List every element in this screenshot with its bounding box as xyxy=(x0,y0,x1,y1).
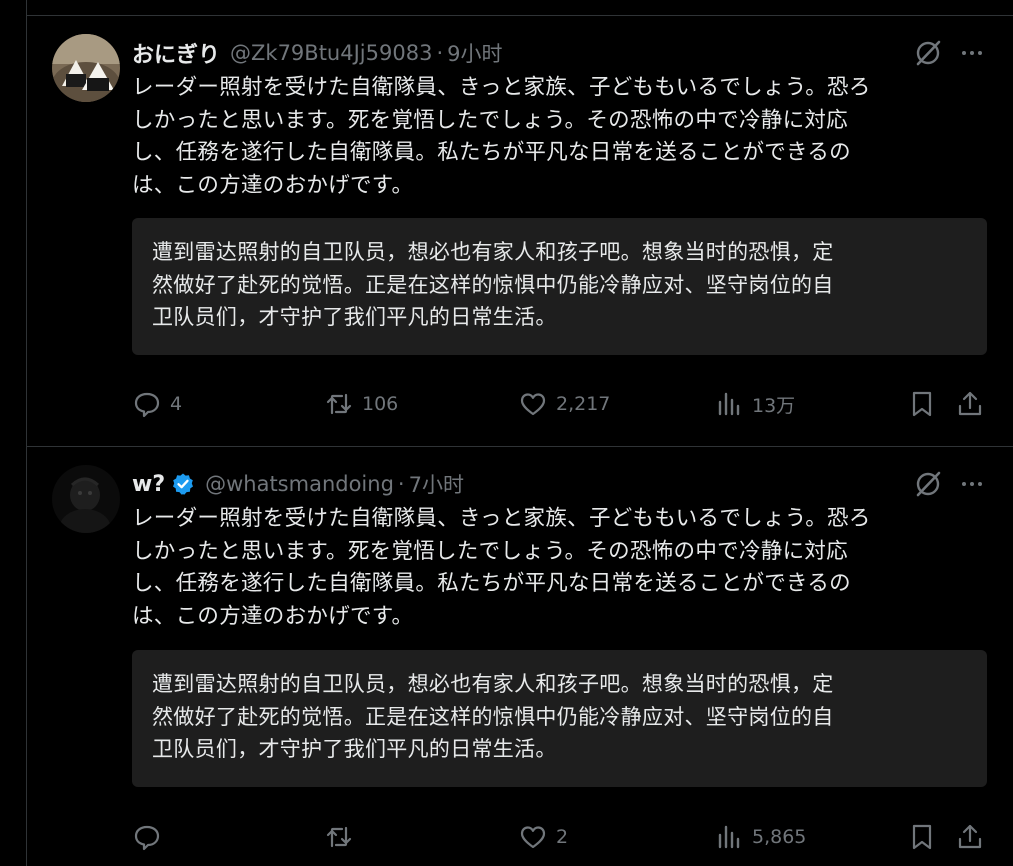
like-icon xyxy=(520,393,546,416)
tweet-text-line: しかったと思います。死を覚悟したでしょう。その恐怖の中で冷静に対応 xyxy=(132,107,848,133)
display-name[interactable]: w? xyxy=(132,472,165,497)
translation-line: 卫队员们，才守护了我们平凡的日常生活。 xyxy=(152,305,557,329)
avatar[interactable] xyxy=(52,465,120,533)
translation-line: 遭到雷达照射的自卫队员，想必也有家人和孩子吧。想象当时的恐惧，定 xyxy=(152,240,834,264)
more-icon[interactable] xyxy=(957,38,987,68)
share-button[interactable] xyxy=(955,388,985,420)
tweet-text: レーダー照射を受けた自衛隊員、きっと家族、子どももいるでしょう。恐ろ しかったと… xyxy=(132,72,982,202)
tweet-header: おにぎり @Zk79Btu4Jj59083 · 9小时 xyxy=(132,36,503,70)
separator: · xyxy=(397,472,405,496)
dark-figure-avatar xyxy=(52,465,120,533)
user-handle[interactable]: @whatsmandoing xyxy=(205,472,394,496)
grok-icon[interactable] xyxy=(913,469,943,499)
tweet-text-line: レーダー照射を受けた自衛隊員、きっと家族、子どももいるでしょう。恐ろ xyxy=(132,75,871,100)
tweet[interactable]: おにぎり @Zk79Btu4Jj59083 · 9小时 レーダー照射を受けた自衛… xyxy=(27,16,1013,447)
avatar[interactable] xyxy=(52,34,120,102)
tweet-text: レーダー照射を受けた自衛隊員、きっと家族、子どももいるでしょう。恐ろ しかったと… xyxy=(132,503,982,633)
display-name[interactable]: おにぎり xyxy=(132,37,220,69)
view-count: 5,865 xyxy=(752,826,807,848)
share-icon xyxy=(958,391,982,416)
translation-box: 遭到雷达照射的自卫队员，想必也有家人和孩子吧。想象当时的恐惧，定 然做好了赴死的… xyxy=(132,650,987,787)
like-icon xyxy=(520,826,546,849)
onigiri-avatar xyxy=(52,34,120,102)
retweet-count: 106 xyxy=(362,393,399,415)
action-bar: 4 106 2,217 13万 xyxy=(132,388,987,420)
views-icon xyxy=(718,825,740,849)
reply-count: 4 xyxy=(170,393,183,415)
reply-button[interactable] xyxy=(132,821,170,853)
bookmark-button[interactable] xyxy=(907,388,937,420)
more-icon[interactable] xyxy=(957,469,987,499)
translation-box: 遭到雷达照射的自卫队员，想必也有家人和孩子吧。想象当时的恐惧，定 然做好了赴死的… xyxy=(132,218,987,355)
verified-badge-icon xyxy=(171,472,195,496)
tweet-text-line: しかったと思います。死を覚悟したでしょう。その恐怖の中で冷静に対応 xyxy=(132,538,848,564)
timestamp[interactable]: 7小时 xyxy=(409,469,464,499)
action-bar: 2 5,865 xyxy=(132,821,987,853)
user-handle[interactable]: @Zk79Btu4Jj59083 xyxy=(230,41,432,65)
timestamp[interactable]: 9小时 xyxy=(447,38,502,68)
timeline-feed: おにぎり @Zk79Btu4Jj59083 · 9小时 レーダー照射を受けた自衛… xyxy=(0,0,1013,866)
views-icon xyxy=(718,392,740,416)
like-count: 2,217 xyxy=(556,393,611,415)
share-icon xyxy=(958,824,982,849)
translation-line: 然做好了赴死的觉悟。正是在这样的惊惧中仍能冷静应对、坚守岗位的自 xyxy=(152,704,834,729)
retweet-icon xyxy=(326,393,352,415)
reply-icon xyxy=(134,392,160,418)
bookmark-button[interactable] xyxy=(907,821,937,853)
share-button[interactable] xyxy=(955,821,985,853)
reply-button[interactable]: 4 xyxy=(132,388,182,420)
translation-line: 卫队员们，才守护了我们平凡的日常生活。 xyxy=(152,737,557,761)
retweet-button[interactable]: 106 xyxy=(324,388,398,420)
translation-line: 遭到雷达照射的自卫队员，想必也有家人和孩子吧。想象当时的恐惧，定 xyxy=(152,672,834,696)
tweet-header: w? @whatsmandoing · 7小时 xyxy=(132,467,464,501)
view-count: 13万 xyxy=(752,394,796,417)
tweet-text-line: し、任務を遂行した自衛隊員。私たちが平凡な日常を送ることができるの xyxy=(132,571,851,596)
retweet-button[interactable] xyxy=(324,821,362,853)
bookmark-icon xyxy=(912,824,932,850)
tweet-text-line: レーダー照射を受けた自衛隊員、きっと家族、子どももいるでしょう。恐ろ xyxy=(132,506,871,531)
retweet-icon xyxy=(326,826,352,848)
reply-icon xyxy=(134,825,160,851)
separator: · xyxy=(436,41,444,65)
views-button[interactable]: 13万 xyxy=(714,388,795,420)
like-button[interactable]: 2 xyxy=(518,821,568,853)
like-button[interactable]: 2,217 xyxy=(518,388,610,420)
translation-line: 然做好了赴死的觉悟。正是在这样的惊惧中仍能冷静应对、坚守岗位的自 xyxy=(152,272,834,297)
tweet-text-line: は、この方達のおかげです。 xyxy=(132,603,414,629)
tweet-text-line: は、この方達のおかげです。 xyxy=(132,172,414,198)
grok-icon[interactable] xyxy=(913,38,943,68)
tweet-text-line: し、任務を遂行した自衛隊員。私たちが平凡な日常を送ることができるの xyxy=(132,140,851,165)
tweet[interactable]: w? @whatsmandoing · 7小时 レーダー照射を受けた自衛隊員、き… xyxy=(27,447,1013,866)
views-button[interactable]: 5,865 xyxy=(714,821,806,853)
like-count: 2 xyxy=(556,826,569,848)
bookmark-icon xyxy=(912,391,932,417)
